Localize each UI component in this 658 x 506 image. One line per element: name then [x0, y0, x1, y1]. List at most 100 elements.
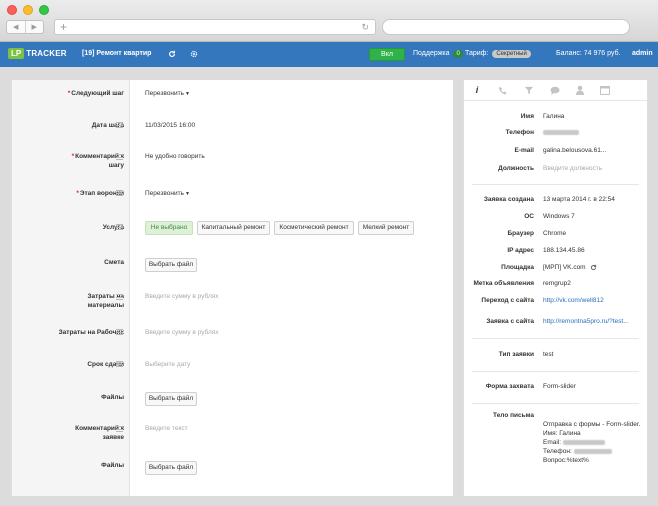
ad-tag-label: Метка объявления: [473, 280, 534, 287]
search-bar[interactable]: [382, 19, 630, 35]
email-label: E-mail: [514, 147, 534, 154]
files-button[interactable]: Выбрать файл: [145, 461, 197, 475]
letter-body-label: Тело письма: [493, 412, 534, 419]
logo[interactable]: LP TRACKER: [8, 48, 67, 59]
lead-form-panel: *Следующий шаг Перезвонить▼ Дата шага 11…: [11, 79, 454, 497]
next-step-select[interactable]: Перезвонить▼: [145, 89, 190, 99]
os-label: ОС: [524, 213, 534, 220]
balance[interactable]: Баланс: 74 976 руб.: [556, 50, 620, 57]
service-option-none[interactable]: Не выбрано: [145, 221, 193, 235]
drag-icon[interactable]: [116, 426, 123, 432]
browser-label: Браузер: [507, 230, 534, 237]
files-label: Файлы: [101, 462, 124, 469]
ip-label: IP адрес: [507, 247, 534, 254]
files-label: Файлы: [101, 394, 124, 401]
request-type-label: Тип заявки: [498, 351, 534, 358]
drag-icon[interactable]: [116, 329, 123, 335]
drag-icon[interactable]: [116, 122, 123, 128]
step-comment-value[interactable]: Не удобно говорить: [145, 152, 205, 161]
os-value: Windows 7: [543, 213, 575, 220]
next-step-label: *Следующий шаг: [67, 90, 124, 97]
platform-label: Площадка: [501, 264, 534, 271]
back-icon[interactable]: ◀: [7, 21, 25, 33]
user-icon[interactable]: [574, 85, 586, 95]
browser-value: Chrome: [543, 230, 567, 237]
filter-icon[interactable]: [523, 86, 535, 95]
info-icon[interactable]: i: [471, 85, 483, 95]
phone-icon[interactable]: [497, 86, 509, 95]
estimate-label: Смета: [104, 259, 124, 266]
position-label: Должность: [498, 165, 534, 172]
email-value[interactable]: galina.belousova.61...: [543, 146, 606, 155]
address-bar[interactable]: + ↻: [54, 19, 376, 35]
chevron-down-icon: ▼: [184, 191, 190, 197]
chevron-down-icon: ▼: [184, 91, 190, 97]
workers-cost-input[interactable]: Введите сумму в рублях: [145, 328, 219, 337]
reload-icon[interactable]: ↻: [361, 22, 369, 33]
files-button[interactable]: Выбрать файл: [145, 392, 197, 406]
materials-cost-input[interactable]: Введите сумму в рублях: [145, 292, 219, 301]
lead-details-panel: i Имя Галина Телефон E-mail galina.belou…: [463, 79, 648, 497]
request-comment-input[interactable]: Введите текст: [145, 424, 188, 433]
created-value: 13 марта 2014 г. в 22:54: [543, 196, 615, 203]
platform-value: [МРП] VK.com: [543, 263, 597, 272]
phone-label: Телефон: [505, 129, 534, 136]
zoom-window-button[interactable]: [39, 5, 49, 15]
history-nav: ◀ ▶: [6, 20, 44, 34]
capture-form-value: Form-slider: [543, 383, 576, 390]
drag-icon[interactable]: [116, 190, 123, 196]
name-value[interactable]: Галина: [543, 112, 564, 121]
estimate-file-button[interactable]: Выбрать файл: [145, 258, 197, 272]
ip-value: 188.134.45.86: [543, 247, 585, 254]
new-tab-icon[interactable]: +: [60, 20, 67, 35]
refresh-icon[interactable]: [168, 50, 176, 58]
calendar-icon[interactable]: [599, 85, 611, 95]
user-menu[interactable]: admin: [632, 50, 653, 57]
step-date-value[interactable]: 11/03/2015 16:00: [145, 121, 195, 130]
service-option-capital[interactable]: Капитальный ремонт: [197, 221, 270, 235]
tarif-badge: Секретный: [492, 50, 531, 58]
browser-toolbar: ◀ ▶ + ↻: [0, 0, 658, 42]
service-option-cosmetic[interactable]: Косметический ремонт: [274, 221, 354, 235]
close-window-button[interactable]: [7, 5, 17, 15]
divider: [472, 338, 639, 339]
support-label: Поддержка: [413, 50, 450, 57]
project-title[interactable]: [19] Ремонт квартир: [82, 50, 151, 57]
support-link[interactable]: Поддержка 0: [413, 50, 463, 58]
capture-form-label: Форма захвата: [485, 383, 534, 390]
drag-icon[interactable]: [116, 361, 123, 367]
phone-value-redacted: [543, 128, 579, 137]
request-site-link[interactable]: http://remontna5pro.ru/?test...: [543, 317, 629, 326]
letter-body-text: Отправка с формы - Form-slider. Имя: Гал…: [543, 421, 641, 464]
funnel-stage-select[interactable]: Перезвонить▼: [145, 189, 190, 199]
request-site-label: Заявка с сайта: [486, 318, 534, 325]
gear-icon[interactable]: [190, 50, 198, 58]
drag-icon[interactable]: [116, 294, 123, 300]
divider: [472, 184, 639, 185]
refresh-icon[interactable]: [590, 264, 597, 271]
drag-icon[interactable]: [116, 224, 123, 230]
logo-tracker: TRACKER: [26, 49, 67, 58]
position-input[interactable]: Введите должность: [543, 164, 602, 173]
drag-icon[interactable]: [116, 154, 123, 160]
ad-tag-value: remgrup2: [543, 280, 571, 287]
chat-icon[interactable]: [549, 86, 561, 95]
details-tabs: i: [464, 80, 647, 101]
from-site-label: Переход с сайта: [481, 297, 534, 304]
tarif-info[interactable]: Тариф: Секретный: [465, 50, 531, 58]
app-header: LP TRACKER [19] Ремонт квартир Вкл Подде…: [0, 42, 658, 67]
divider: [472, 371, 639, 372]
support-count-badge: 0: [453, 50, 463, 58]
service-option-minor[interactable]: Мелкий ремонт: [358, 221, 414, 235]
from-site-link[interactable]: http://vk.com/well812: [543, 296, 604, 305]
forward-icon[interactable]: ▶: [24, 21, 44, 33]
request-type-value: test: [543, 351, 554, 358]
deadline-input[interactable]: Выберите дату: [145, 360, 190, 369]
created-label: Заявка создана: [483, 196, 534, 203]
name-label: Имя: [520, 113, 534, 120]
workers-cost-label: Затраты на Рабочих: [58, 329, 124, 336]
enable-button[interactable]: Вкл: [369, 48, 405, 61]
minimize-window-button[interactable]: [23, 5, 33, 15]
divider: [472, 403, 639, 404]
tarif-label: Тариф:: [465, 50, 489, 57]
